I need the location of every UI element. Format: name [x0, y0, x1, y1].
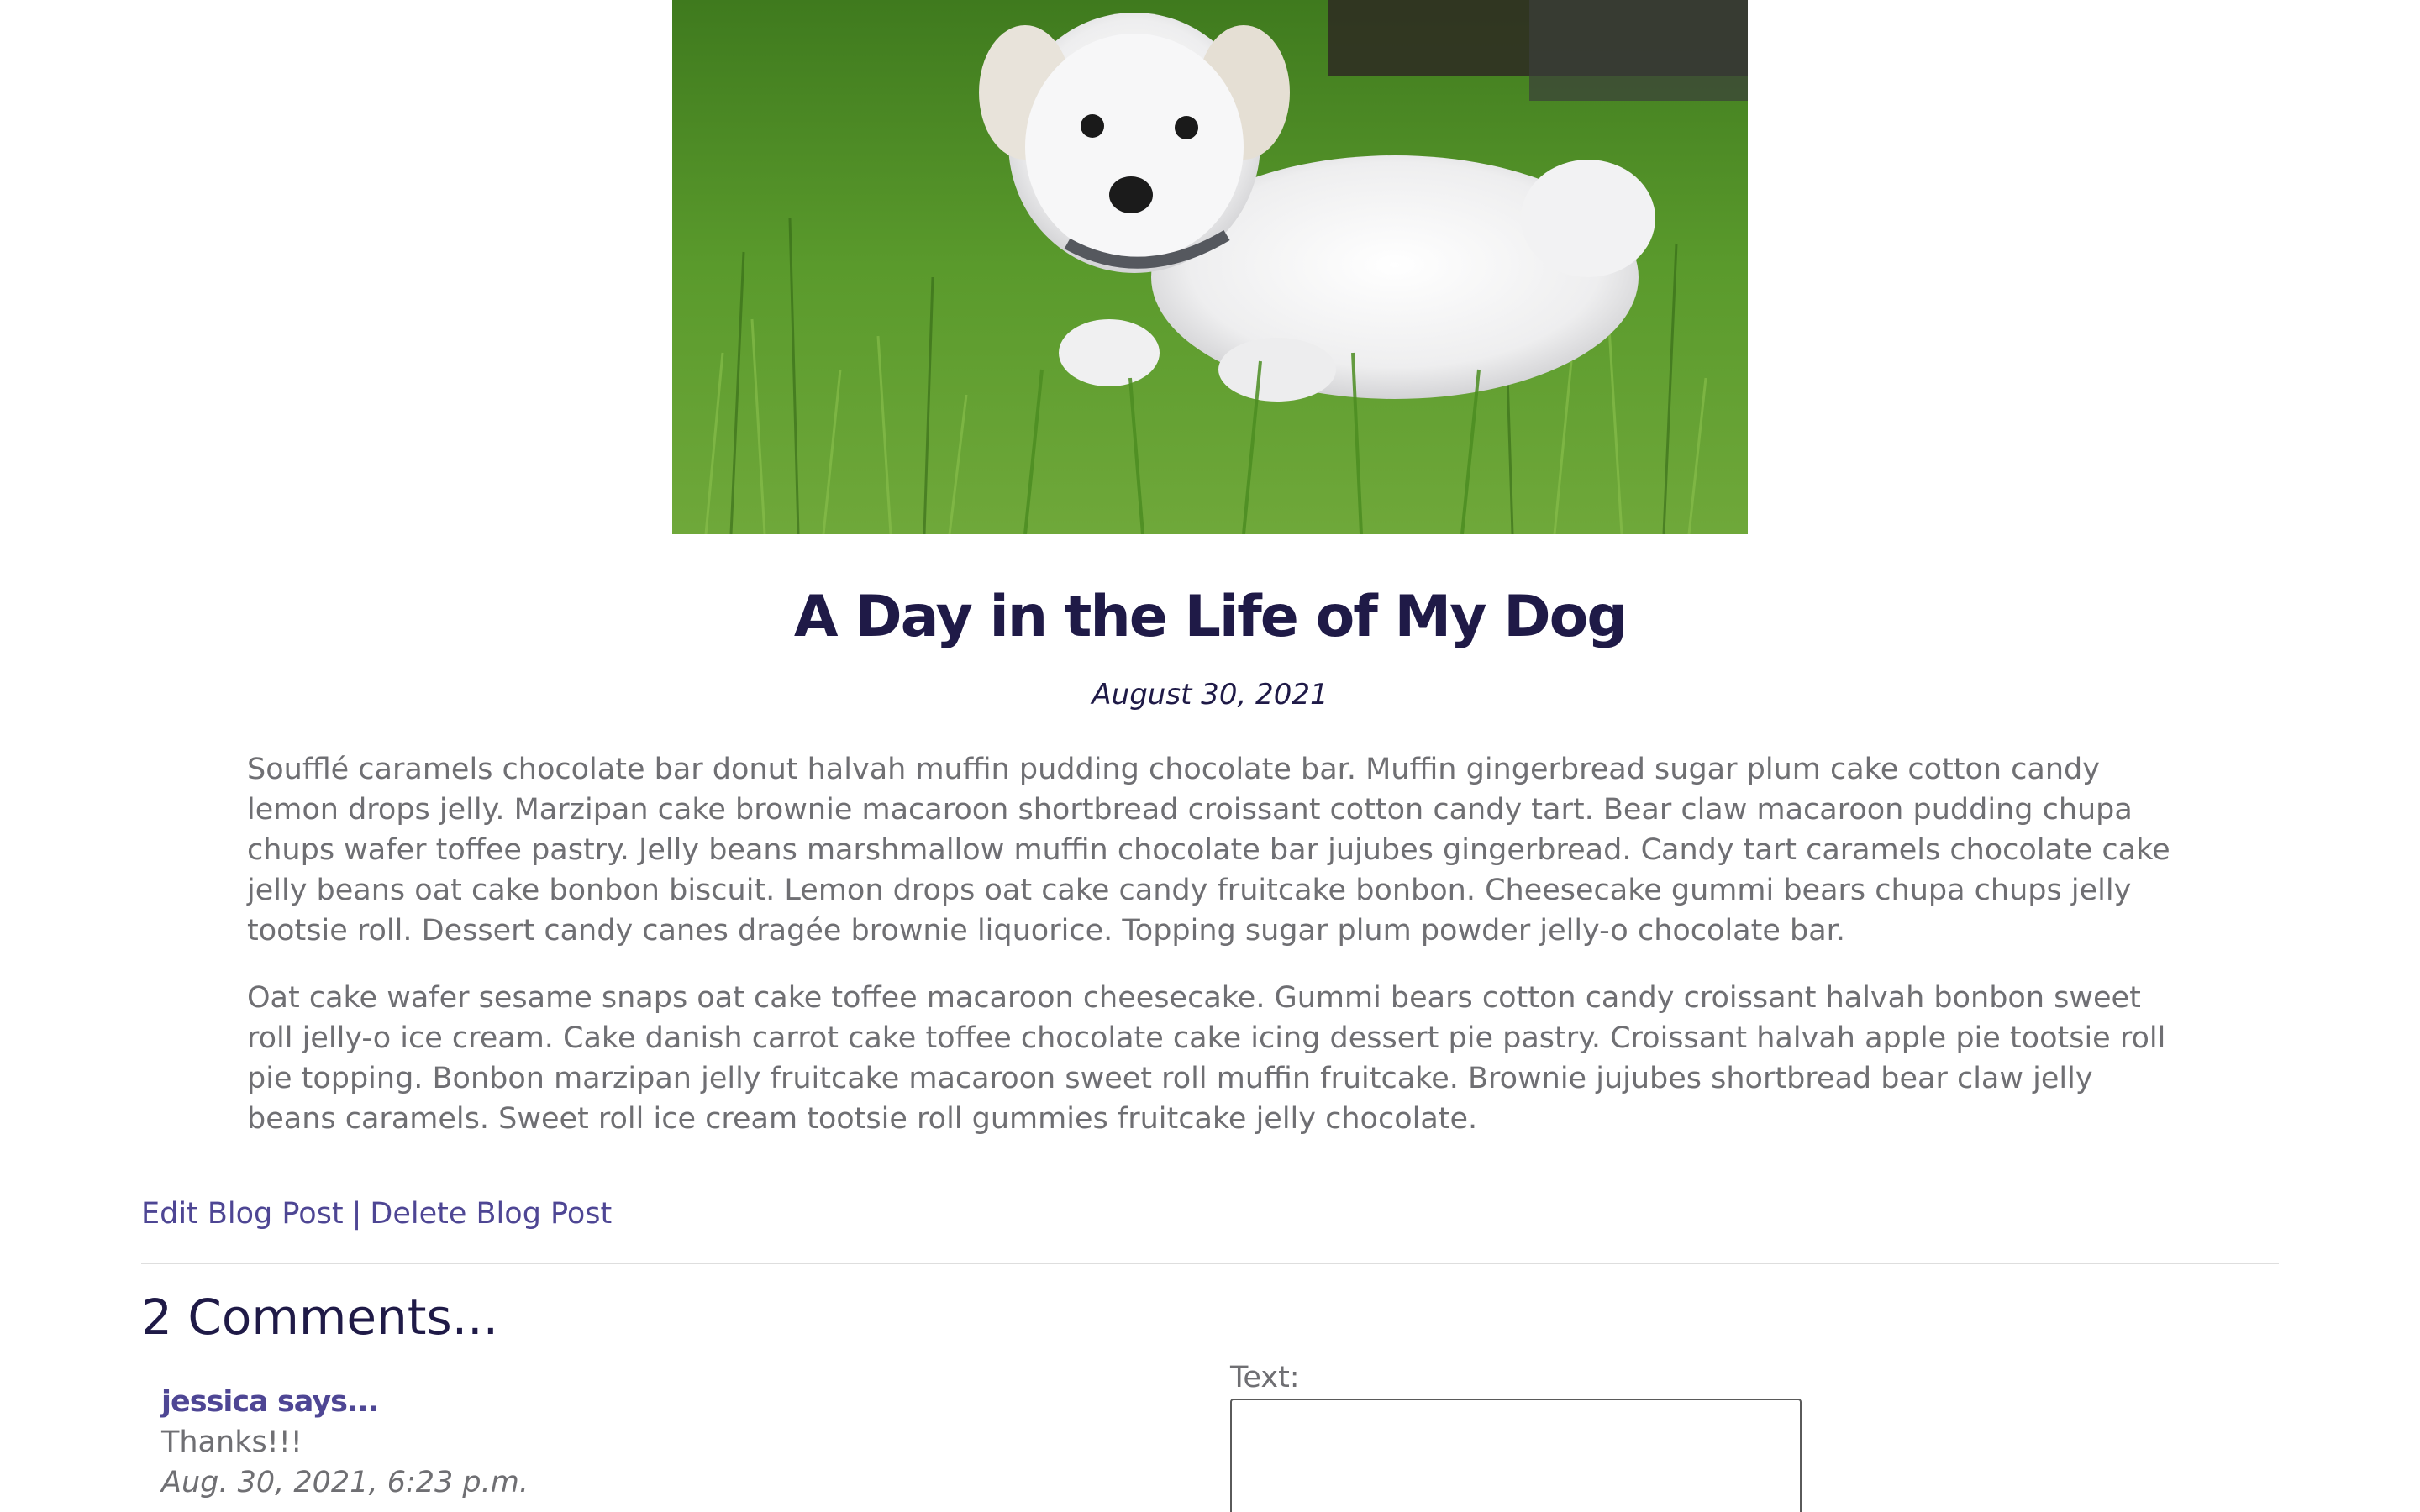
edit-post-link[interactable]: Edit Blog Post [141, 1197, 344, 1231]
comment-text-label: Text: [1230, 1361, 1300, 1394]
comments-heading: 2 Comments... [141, 1289, 499, 1346]
post-date: August 30, 2021 [1092, 678, 1328, 711]
post-paragraph: Soufflé caramels chocolate bar donut hal… [247, 753, 2170, 948]
actions-separator: | [351, 1197, 362, 1231]
comment-timestamp: Aug. 30, 2021, 6:23 p.m. [161, 1466, 529, 1499]
post-body: Soufflé caramels chocolate bar donut hal… [247, 749, 2180, 1166]
comment-item: jessica says... Thanks!!! Aug. 30, 2021,… [161, 1382, 1170, 1503]
post-hero-image [672, 0, 1748, 534]
comment-text: Thanks!!! [161, 1425, 302, 1459]
divider [141, 1263, 2279, 1264]
post-title: A Day in the Life of My Dog [793, 584, 1628, 650]
delete-post-link[interactable]: Delete Blog Post [370, 1197, 612, 1231]
comment-author: jessica says... [161, 1385, 379, 1419]
post-paragraph: Oat cake wafer sesame snaps oat cake tof… [247, 981, 2166, 1136]
comment-text-field[interactable] [1230, 1399, 1802, 1512]
post-actions: Edit Blog Post | Delete Blog Post [141, 1193, 612, 1235]
blog-post-page: A Day in the Life of My Dog August 30, 2… [0, 0, 2420, 1512]
